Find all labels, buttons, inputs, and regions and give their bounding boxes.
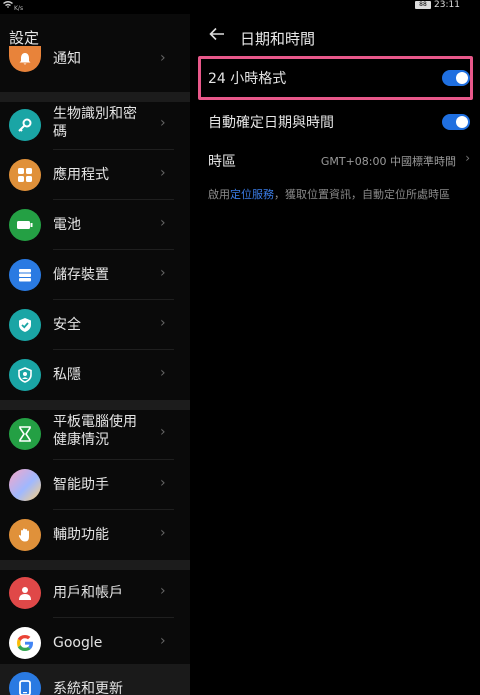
sidebar-item-security[interactable]: 安全 › [0, 300, 190, 350]
key-icon [9, 109, 41, 141]
location-hint: 啟用定位服務，獲取位置資訊，自動定位所處時區 [208, 186, 468, 203]
clock: 23:11 [434, 0, 460, 10]
row-label: 時區 [208, 154, 236, 170]
sidebar-item-label: 通知 [53, 51, 81, 67]
sidebar-item-storage[interactable]: 儲存裝置 › [0, 250, 190, 300]
hint-prefix: 啟用 [208, 188, 230, 201]
sidebar-item-users-accounts[interactable]: 用戶和帳戶 › [0, 568, 190, 618]
toggle-knob [456, 72, 468, 84]
hand-icon [9, 519, 41, 551]
sidebar-item-digital-balance[interactable]: 平板電腦使用 健康情況 › [0, 408, 190, 460]
sidebar-item-label: 安全 [53, 317, 81, 333]
sidebar-item-notifications[interactable]: 通知 › [0, 44, 190, 89]
chevron-right-icon: › [160, 633, 166, 649]
sidebar-item-label: Google [53, 635, 103, 651]
status-bar: K/s 88 23:11 [0, 0, 480, 14]
toggle-24-hour-format[interactable] [442, 70, 470, 86]
page-title: 日期和時間 [240, 30, 316, 48]
sidebar-item-accessibility[interactable]: 輔助功能 › [0, 510, 190, 560]
shield-icon [9, 309, 41, 341]
row-auto-datetime[interactable]: 自動確定日期與時間 [208, 112, 470, 132]
date-time-panel: 日期和時間 24 小時格式 自動確定日期與時間 時區 GMT+08:00 中國標… [190, 14, 480, 695]
battery-indicator: 88 [415, 1, 431, 9]
battery-icon [9, 209, 41, 241]
sidebar-item-smart-assistant[interactable]: 智能助手 › [0, 460, 190, 510]
storage-icon [9, 259, 41, 291]
sidebar-item-label: 儲存裝置 [53, 267, 109, 283]
toggle-knob [456, 116, 468, 128]
sidebar-item-google[interactable]: Google › [0, 618, 190, 668]
wifi-icon [3, 0, 13, 11]
phone-icon [9, 672, 41, 695]
sidebar-item-apps[interactable]: 應用程式 › [0, 150, 190, 200]
chevron-right-icon: › [160, 583, 166, 599]
timezone-value: GMT+08:00 中國標準時間 [320, 155, 456, 168]
chevron-right-icon: › [160, 525, 166, 541]
sidebar-item-label: 電池 [53, 217, 81, 233]
sidebar-item-battery[interactable]: 電池 › [0, 200, 190, 250]
sidebar-item-label: 生物識別和密 碼 [53, 106, 137, 140]
sidebar-item-label: 系統和更新 [53, 681, 123, 695]
sidebar-item-label: 平板電腦使用 健康情況 [53, 414, 137, 448]
hourglass-icon [9, 418, 41, 450]
settings-sidebar: 設定 通知 › 生物識別和密 碼 › 應用程式 › 電池 › 儲存裝置 › 安全… [0, 14, 190, 695]
hint-suffix: ，獲取位置資訊，自動定位所處時區 [274, 188, 450, 201]
google-icon [9, 627, 41, 659]
chevron-right-icon: › [160, 475, 166, 491]
row-label: 24 小時格式 [208, 71, 287, 87]
toggle-auto-datetime[interactable] [442, 114, 470, 130]
chevron-right-icon: › [160, 115, 166, 131]
apps-grid-icon [9, 159, 41, 191]
sidebar-item-system-update[interactable]: 系統和更新 [0, 664, 190, 695]
network-speed: K/s [14, 5, 24, 12]
row-24-hour-format[interactable]: 24 小時格式 [208, 68, 470, 88]
location-services-link[interactable]: 定位服務 [230, 188, 274, 201]
privacy-icon [9, 359, 41, 391]
sidebar-item-biometrics[interactable]: 生物識別和密 碼 › [0, 100, 190, 150]
chevron-right-icon: › [160, 365, 166, 381]
sidebar-item-label: 輔助功能 [53, 527, 109, 543]
sidebar-item-label: 智能助手 [53, 477, 109, 493]
user-icon [9, 577, 41, 609]
assistant-orb-icon [9, 469, 41, 501]
row-label: 自動確定日期與時間 [208, 115, 334, 131]
chevron-right-icon: › [465, 151, 470, 165]
back-arrow-icon[interactable] [209, 26, 225, 46]
chevron-right-icon: › [160, 265, 166, 281]
sidebar-item-label: 私隱 [53, 367, 81, 383]
sidebar-item-privacy[interactable]: 私隱 › [0, 350, 190, 400]
chevron-right-icon: › [160, 50, 166, 66]
chevron-right-icon: › [160, 165, 166, 181]
row-timezone[interactable]: 時區 GMT+08:00 中國標準時間 › [208, 151, 470, 171]
sidebar-item-label: 用戶和帳戶 [53, 585, 123, 601]
chevron-right-icon: › [160, 424, 166, 440]
chevron-right-icon: › [160, 315, 166, 331]
bell-icon [9, 46, 41, 72]
sidebar-item-label: 應用程式 [53, 167, 109, 183]
chevron-right-icon: › [160, 215, 166, 231]
